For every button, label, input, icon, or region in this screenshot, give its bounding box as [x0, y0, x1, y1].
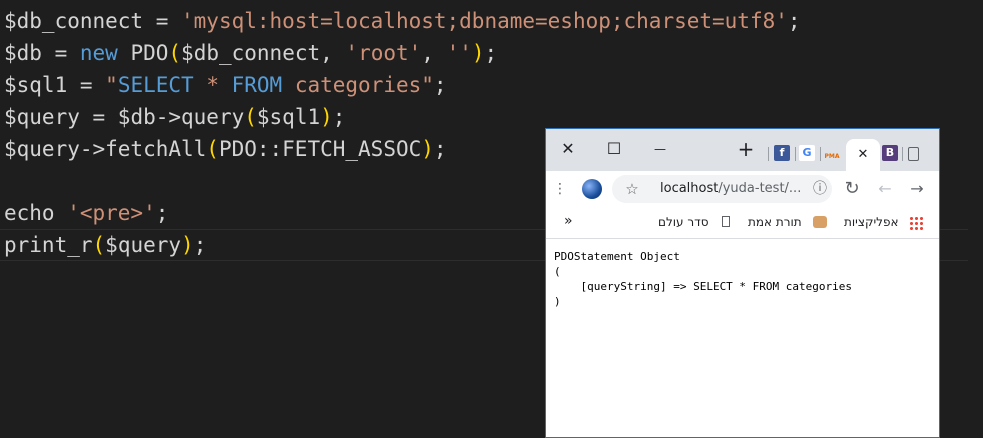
code-token: 'root'	[345, 41, 422, 65]
bookmark-seder-olam[interactable]: סדר עולם	[658, 215, 709, 229]
code-token: ''	[446, 41, 472, 65]
code-token: ;	[155, 201, 169, 225]
code-token: new	[79, 41, 118, 65]
code-token: ;	[433, 137, 447, 161]
code-line-2[interactable]: $db = new PDO($db_connect, 'root', '');	[4, 37, 497, 69]
code-token: "	[105, 73, 118, 97]
active-tab[interactable]: ✕	[846, 139, 880, 171]
code-line-8[interactable]: print_r($query);	[4, 229, 206, 261]
code-token: =	[79, 105, 118, 129]
code-token: $query	[105, 233, 182, 257]
code-token: =	[41, 41, 80, 65]
code-token: ;	[193, 233, 207, 257]
bookmarks-bar: » סדר עולם תורת אמת אפליקציות	[546, 207, 939, 239]
code-token: PDO::FETCH_ASSOC	[218, 137, 422, 161]
menu-kebab-icon[interactable]: ⋮	[548, 177, 572, 201]
close-tab-icon[interactable]: ✕	[851, 143, 875, 167]
code-token: $sql1	[256, 105, 321, 129]
page-content: PDOStatement Object ( [queryString] => S…	[554, 250, 853, 308]
code-token: $db_connect	[4, 9, 144, 33]
code-token: '<pre>'	[67, 201, 156, 225]
phpmyadmin-tab-icon[interactable]: PMA	[824, 145, 840, 161]
code-token: $query->fetchAll	[4, 137, 207, 161]
star-bookmark-icon[interactable]: ☆	[620, 177, 644, 201]
close-window-button[interactable]: ✕	[556, 137, 580, 161]
code-token: categories"	[282, 73, 434, 97]
code-token: ;	[433, 73, 447, 97]
code-token: (	[168, 41, 182, 65]
new-tab-button[interactable]: +	[734, 137, 758, 161]
code-token: $db->query	[117, 105, 245, 129]
forward-arrow-icon[interactable]: →	[905, 177, 929, 201]
code-token: ;	[787, 9, 801, 33]
document-tab-icon[interactable]	[908, 147, 919, 161]
code-line-5[interactable]: $query->fetchAll(PDO::FETCH_ASSOC);	[4, 133, 447, 165]
code-token: FROM	[231, 73, 283, 97]
tab-separator	[820, 147, 821, 161]
address-bar[interactable]: ☆ localhost/yuda-test/... ⓘ	[612, 175, 832, 203]
browser-window[interactable]: ✕ ☐ — + f G PMA ✕ B ⋮ ☆ localhost/yuda-t…	[545, 128, 940, 438]
code-token: $query	[4, 105, 80, 129]
code-token: (	[92, 233, 106, 257]
code-token: echo	[4, 201, 68, 225]
document-bookmark-icon	[722, 216, 730, 227]
minimize-window-button[interactable]: —	[648, 137, 672, 161]
code-token: print_r	[4, 233, 93, 257]
tab-separator	[768, 147, 769, 161]
code-token: (	[206, 137, 219, 161]
reload-icon[interactable]: ↻	[840, 177, 864, 201]
code-token: =	[143, 9, 182, 33]
maximize-window-button[interactable]: ☐	[602, 137, 626, 161]
code-token: $db_connect,	[181, 41, 346, 65]
facebook-tab-icon[interactable]: f	[774, 145, 790, 161]
bootstrap-tab-icon[interactable]: B	[882, 145, 898, 161]
code-token: $sql1	[4, 73, 68, 97]
bookmarks-overflow-button[interactable]: »	[564, 213, 573, 229]
code-line-3[interactable]: $sql1 = "SELECT * FROM categories";	[4, 69, 447, 101]
bookmark-apps[interactable]: אפליקציות	[844, 215, 899, 229]
url-text[interactable]: localhost/yuda-test/...	[660, 175, 801, 203]
tab-separator	[902, 147, 903, 161]
code-token: ;	[332, 105, 346, 129]
code-token: ;	[484, 41, 498, 65]
back-arrow-icon[interactable]: ←	[873, 177, 897, 201]
code-line-4[interactable]: $query = $db->query($sql1);	[4, 101, 345, 133]
code-token: )	[181, 233, 194, 257]
browser-toolbar: ⋮ ☆ localhost/yuda-test/... ⓘ ↻ ← →	[546, 171, 939, 207]
code-token: =	[67, 73, 106, 97]
url-host: localhost	[660, 181, 719, 196]
google-tab-icon[interactable]: G	[799, 145, 815, 161]
bookmark-torat-emet[interactable]: תורת אמת	[748, 215, 802, 229]
code-token: ,	[421, 41, 447, 65]
browser-titlebar: ✕ ☐ — + f G PMA ✕ B	[546, 129, 939, 171]
apps-grid-icon[interactable]	[909, 216, 923, 230]
code-token: *	[193, 73, 232, 97]
url-path: /yuda-test/...	[718, 181, 802, 196]
code-token: )	[320, 105, 333, 129]
code-token: )	[471, 41, 485, 65]
site-info-icon[interactable]: ⓘ	[808, 177, 832, 201]
code-line-7[interactable]: echo '<pre>';	[4, 197, 168, 229]
tab-separator	[795, 147, 796, 161]
code-token: PDO	[117, 41, 169, 65]
code-token: SELECT	[117, 73, 194, 97]
code-token: (	[244, 105, 257, 129]
code-token: 'mysql:host=localhost;dbname=eshop;chars…	[181, 9, 788, 33]
torat-emet-icon	[813, 216, 827, 228]
earth-avatar-icon[interactable]	[582, 179, 602, 199]
code-line-1[interactable]: $db_connect = 'mysql:host=localhost;dbna…	[4, 5, 801, 37]
code-token: $db	[4, 41, 42, 65]
code-token: )	[421, 137, 434, 161]
